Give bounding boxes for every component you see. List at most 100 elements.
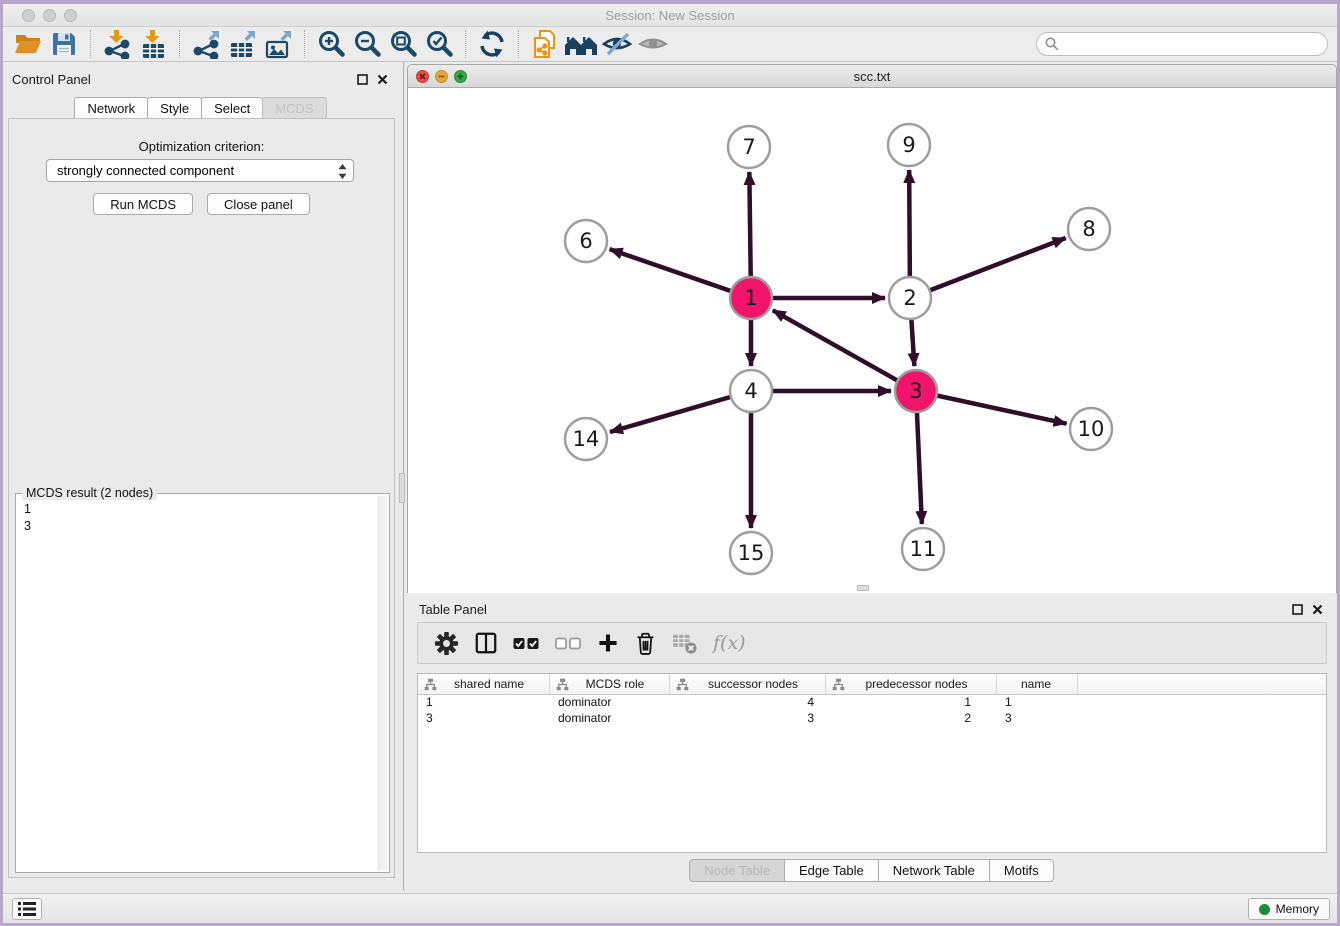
- graph-node-10[interactable]: 10: [1070, 408, 1112, 450]
- graph-node-8[interactable]: 8: [1068, 208, 1110, 250]
- hide-graphics-details-button[interactable]: [599, 28, 635, 60]
- import-table-button[interactable]: [135, 28, 171, 60]
- window-title: Session: New Session: [0, 8, 1340, 23]
- graph-edge-3-10[interactable]: [916, 391, 1067, 424]
- zoom-fit-button[interactable]: [385, 28, 421, 60]
- graph-node-7[interactable]: 7: [728, 126, 770, 168]
- table-cell[interactable]: 4: [670, 695, 826, 711]
- column-header-predecessor-nodes[interactable]: predecessor nodes: [826, 674, 997, 694]
- table-cell[interactable]: 3: [997, 711, 1078, 727]
- tab-mcds[interactable]: MCDS: [262, 97, 326, 120]
- delete-table-button[interactable]: [672, 631, 698, 655]
- search-field[interactable]: [1036, 32, 1328, 56]
- graph-edge-3-1[interactable]: [773, 310, 916, 391]
- tab-select[interactable]: Select: [201, 97, 263, 120]
- float-panel-icon[interactable]: [1292, 602, 1303, 620]
- network-window-titlebar[interactable]: scc.txt: [408, 65, 1336, 88]
- graph-node-4[interactable]: 4: [730, 370, 772, 412]
- graph-node-15[interactable]: 15: [730, 532, 772, 574]
- function-builder-button[interactable]: f(x): [713, 632, 746, 654]
- zoom-out-button[interactable]: [349, 28, 385, 60]
- table-cell[interactable]: dominator: [550, 711, 670, 727]
- table-cell[interactable]: 3: [670, 711, 826, 727]
- close-panel-button[interactable]: Close panel: [207, 193, 310, 215]
- graph-node-14[interactable]: 14: [565, 418, 607, 460]
- tab-edge-table[interactable]: Edge Table: [784, 859, 879, 882]
- zoom-in-button[interactable]: [313, 28, 349, 60]
- close-panel-icon[interactable]: [377, 72, 388, 90]
- svg-text:6: 6: [579, 229, 592, 253]
- panel-divider-grip[interactable]: [399, 473, 405, 503]
- export-table-button[interactable]: [224, 28, 260, 60]
- close-panel-icon[interactable]: [1312, 602, 1323, 620]
- refresh-button[interactable]: [474, 28, 510, 60]
- select-all-button[interactable]: [513, 637, 540, 650]
- show-graphics-details-button[interactable]: [635, 28, 671, 60]
- network-homes-button[interactable]: [563, 28, 599, 60]
- memory-button[interactable]: Memory: [1248, 898, 1330, 920]
- list-icon: [18, 902, 36, 916]
- result-scrollbar[interactable]: [378, 496, 388, 870]
- export-network-button[interactable]: [188, 28, 224, 60]
- canvas-resize-grip[interactable]: [857, 585, 869, 591]
- table-cell[interactable]: 1: [826, 695, 997, 711]
- table-panel-title: Table Panel: [419, 602, 487, 617]
- duplicate-network-button[interactable]: [527, 28, 563, 60]
- deselect-all-button[interactable]: [555, 637, 582, 650]
- export-image-button[interactable]: [260, 28, 296, 60]
- graph-node-3[interactable]: 3: [895, 370, 937, 412]
- tab-motifs[interactable]: Motifs: [989, 859, 1054, 882]
- mcds-result-text[interactable]: 1 3: [16, 497, 377, 872]
- graph-node-9[interactable]: 9: [888, 124, 930, 166]
- network-graph[interactable]: 7 9 6 8 1 2 4 3 14 10 15 11: [408, 89, 1336, 593]
- import-network-button[interactable]: [99, 28, 135, 60]
- column-header-successor-nodes[interactable]: successor nodes: [670, 674, 826, 694]
- import-table-icon: [138, 29, 168, 59]
- network-canvas[interactable]: 7 9 6 8 1 2 4 3 14 10 15 11: [408, 89, 1336, 593]
- tab-network-table[interactable]: Network Table: [878, 859, 990, 882]
- table-cell[interactable]: 1: [418, 695, 550, 711]
- save-session-button[interactable]: [46, 28, 82, 60]
- table-cell[interactable]: 3: [418, 711, 550, 727]
- trash-icon: [634, 631, 657, 656]
- table-cell[interactable]: 1: [997, 695, 1078, 711]
- table-row[interactable]: 1dominator411: [418, 695, 1326, 711]
- mcds-tab-content: Optimization criterion: strongly connect…: [8, 118, 395, 878]
- graph-edge-2-8[interactable]: [910, 238, 1066, 298]
- create-column-button[interactable]: [597, 632, 619, 654]
- table-row[interactable]: 3dominator323: [418, 711, 1326, 727]
- toolbar-separator: [518, 30, 519, 58]
- task-history-button[interactable]: [12, 898, 42, 920]
- table-tabs: Node TableEdge TableNetwork TableMotifs: [407, 859, 1337, 882]
- delete-column-button[interactable]: [634, 631, 657, 656]
- toggle-panes-button[interactable]: [474, 631, 498, 655]
- tab-style[interactable]: Style: [147, 97, 202, 120]
- svg-text:1: 1: [744, 286, 757, 310]
- graph-edge-1-6[interactable]: [610, 249, 751, 298]
- column-header-shared-name[interactable]: shared name: [418, 674, 550, 694]
- table-settings-button[interactable]: [434, 631, 459, 656]
- zoom-selected-button[interactable]: [421, 28, 457, 60]
- run-mcds-button[interactable]: Run MCDS: [93, 193, 193, 215]
- table-body: 1dominator4113dominator323: [418, 695, 1326, 727]
- memory-label: Memory: [1276, 902, 1319, 916]
- graph-node-2[interactable]: 2: [889, 277, 931, 319]
- float-panel-icon[interactable]: [357, 72, 368, 90]
- column-header-name[interactable]: name: [997, 674, 1078, 694]
- zoom-out-icon: [352, 29, 382, 59]
- zoom-selected-icon: [424, 29, 454, 59]
- tab-node-table[interactable]: Node Table: [689, 859, 785, 882]
- table-cell[interactable]: 2: [826, 711, 997, 727]
- table-cell[interactable]: dominator: [550, 695, 670, 711]
- graph-node-11[interactable]: 11: [902, 528, 944, 570]
- delete-table-icon: [672, 631, 698, 655]
- graph-node-6[interactable]: 6: [565, 220, 607, 262]
- open-session-button[interactable]: [10, 28, 46, 60]
- search-input[interactable]: [1064, 37, 1327, 51]
- svg-text:7: 7: [742, 135, 755, 159]
- column-header-MCDS-role[interactable]: MCDS role: [550, 674, 670, 694]
- svg-text:8: 8: [1082, 217, 1095, 241]
- tab-network[interactable]: Network: [74, 97, 148, 120]
- graph-node-1[interactable]: 1: [730, 277, 772, 319]
- criterion-dropdown[interactable]: strongly connected component: [46, 159, 354, 182]
